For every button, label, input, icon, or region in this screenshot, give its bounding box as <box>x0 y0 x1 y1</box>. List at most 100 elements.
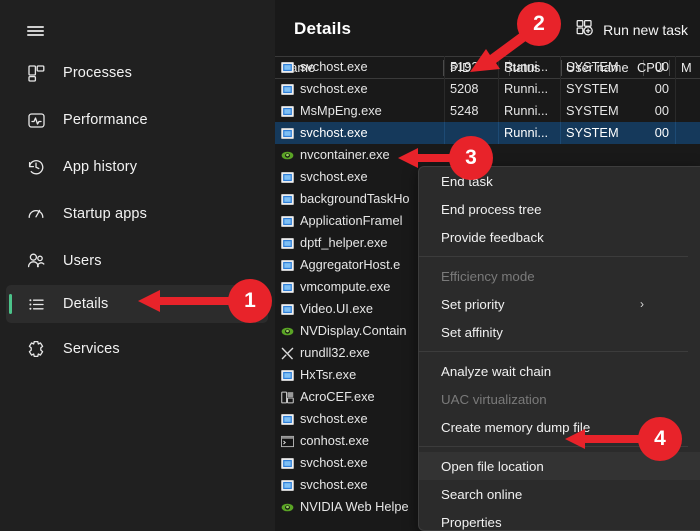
hamburger-bar <box>26 26 44 29</box>
startup-apps-icon <box>23 201 49 227</box>
sidebar-item-label: Startup apps <box>63 206 148 222</box>
hamburger-bar <box>26 33 44 36</box>
cell-pid: 5248 <box>450 103 479 118</box>
menu-item-set-affinity[interactable]: Set affinity <box>419 318 700 346</box>
menu-item-label: Analyze wait chain <box>441 363 552 379</box>
cell-cpu: 00 <box>654 59 669 74</box>
menu-item-label: Open file location <box>441 458 544 474</box>
cell-user-name: SYSTEM <box>566 81 619 96</box>
svchost-icon <box>281 413 294 426</box>
svchost-icon <box>281 303 294 316</box>
column-divider <box>444 122 445 144</box>
process-name-label: svchost.exe <box>300 125 368 140</box>
task-manager-window: Processes Performance App history Startu… <box>0 0 700 531</box>
svchost-icon <box>281 479 294 492</box>
sidebar-item-label: App history <box>63 159 138 175</box>
process-context-menu: End task End process tree Provide feedback… <box>418 166 700 531</box>
cell-status: Runni... <box>504 81 549 96</box>
cell-cpu: 00 <box>654 103 669 118</box>
selection-indicator <box>9 294 12 314</box>
menu-item-label: End process tree <box>441 201 542 217</box>
process-name-label: rundll32.exe <box>300 345 370 360</box>
menu-item-set-priority[interactable]: Set priority › <box>419 290 700 318</box>
nvidia-icon <box>281 149 294 162</box>
services-icon <box>23 336 49 362</box>
sidebar-item-label: Processes <box>63 65 133 81</box>
sidebar-item-startup-apps[interactable]: Startup apps <box>6 195 268 233</box>
column-divider <box>444 56 445 78</box>
svchost-icon <box>281 369 294 382</box>
sidebar-item-services[interactable]: Services <box>6 330 268 368</box>
column-divider <box>444 100 445 122</box>
menu-item-label: UAC virtualization <box>441 391 547 407</box>
menu-item-end-process-tree[interactable]: End process tree <box>419 195 700 223</box>
cell-process-name: svchost.exe <box>281 78 442 100</box>
svchost-icon <box>281 105 294 118</box>
menu-item-efficiency-mode: Efficiency mode <box>419 262 700 290</box>
column-divider <box>498 122 499 144</box>
menu-item-analyze-wait-chain[interactable]: Analyze wait chain <box>419 357 700 385</box>
annotation-badge-4: 4 <box>638 417 682 461</box>
process-name-label: vmcompute.exe <box>300 279 391 294</box>
svchost-icon <box>281 193 294 206</box>
cell-process-name: svchost.exe <box>281 122 442 144</box>
hamburger-bar <box>26 30 44 32</box>
process-name-label: nvcontainer.exe <box>300 147 390 162</box>
cell-status: Runni... <box>504 103 549 118</box>
menu-item-provide-feedback[interactable]: Provide feedback <box>419 223 700 251</box>
column-divider <box>498 100 499 122</box>
processes-icon <box>23 60 49 86</box>
process-name-label: NVDisplay.Contain <box>300 323 407 338</box>
table-row[interactable]: MsMpEng.exe 5248 Runni... SYSTEM 00 <box>275 100 700 122</box>
hamburger-menu-icon[interactable] <box>18 16 52 46</box>
svchost-icon <box>281 83 294 96</box>
svchost-icon <box>281 457 294 470</box>
cell-cpu: 00 <box>654 81 669 96</box>
menu-item-label: Search online <box>441 486 523 502</box>
process-name-label: svchost.exe <box>300 59 368 74</box>
process-name-label: NVIDIA Web Helpe <box>300 499 409 514</box>
column-divider <box>560 56 561 78</box>
sidebar-item-label: Performance <box>63 112 148 128</box>
cell-status: Runni... <box>504 125 549 140</box>
process-name-label: AggregatorHost.e <box>300 257 401 272</box>
process-name-label: dptf_helper.exe <box>300 235 388 250</box>
sidebar-item-performance[interactable]: Performance <box>6 101 268 139</box>
chevron-right-icon: › <box>640 297 644 311</box>
acrocef-icon <box>281 391 294 404</box>
nvidia-icon <box>281 325 294 338</box>
cell-cpu: 00 <box>654 125 669 140</box>
process-name-label: svchost.exe <box>300 411 368 426</box>
process-name-label: MsMpEng.exe <box>300 103 382 118</box>
annotation-arrow-4 <box>565 429 645 449</box>
selected-process-row[interactable]: svchost.exe Runni... SYSTEM 00 <box>275 122 700 144</box>
app-history-icon <box>23 154 49 180</box>
process-name-label: svchost.exe <box>300 477 368 492</box>
cell-process-name: MsMpEng.exe <box>281 100 442 122</box>
process-name-label: svchost.exe <box>300 81 368 96</box>
column-divider <box>560 122 561 144</box>
table-row[interactable]: svchost.exe 5208 Runni... SYSTEM 00 <box>275 78 700 100</box>
run-new-task-button[interactable]: Run new task <box>567 15 696 44</box>
svchost-icon <box>281 127 294 140</box>
nvidia-icon <box>281 501 294 514</box>
menu-separator <box>419 256 688 257</box>
run-new-task-icon <box>575 18 594 42</box>
annotation-badge-3: 3 <box>449 136 493 180</box>
process-name-label: HxTsr.exe <box>300 367 357 382</box>
sidebar-item-processes[interactable]: Processes <box>6 54 268 92</box>
menu-item-properties[interactable]: Properties <box>419 508 700 530</box>
console-icon <box>281 435 294 448</box>
sidebar-item-label: Users <box>63 253 102 269</box>
cell-user-name: SYSTEM <box>566 125 619 140</box>
cell-pid: 5208 <box>450 81 479 96</box>
annotation-badge-2: 2 <box>517 2 561 46</box>
column-divider <box>675 100 676 122</box>
menu-item-search-online[interactable]: Search online <box>419 480 700 508</box>
sidebar-item-app-history[interactable]: App history <box>6 148 268 186</box>
process-name-label: backgroundTaskHo <box>300 191 410 206</box>
cell-user-name: SYSTEM <box>566 103 619 118</box>
sidebar-item-label: Services <box>63 341 120 357</box>
menu-item-uac-virtualization: UAC virtualization <box>419 385 700 413</box>
sidebar-item-users[interactable]: Users <box>6 242 268 280</box>
